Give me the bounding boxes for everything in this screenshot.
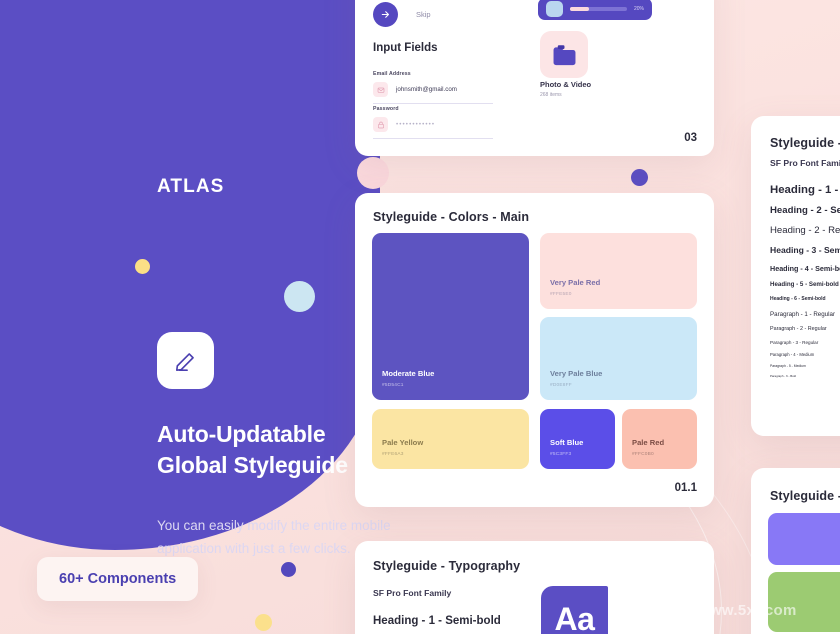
swatch-green-right[interactable]: [768, 572, 840, 632]
card-input-fields[interactable]: Skip Input Fields Email Address johnsmit…: [355, 0, 714, 156]
skip-row[interactable]: Skip: [373, 2, 431, 27]
decorative-dot-pink-large: [357, 157, 389, 189]
email-field-row[interactable]: johnsmith@gmail.com: [373, 82, 493, 104]
swatch-hex: #FFE6A3: [382, 452, 404, 457]
card-title-colors-right: Styleguide - Colors: [770, 489, 840, 503]
type-row-heading-2-semibold: Heading - 2 - Semi-bold: [770, 205, 840, 216]
heading-1-sample-bottom: Heading - 1 - Semi-bold: [373, 615, 501, 627]
card-styleguide-typography-bottom[interactable]: Styleguide - Typography SF Pro Font Fami…: [355, 541, 714, 634]
type-row-paragraph-2: Paragraph - 2 - Regular: [770, 326, 827, 332]
typography-aa-tile: Aa: [541, 586, 608, 634]
type-row-heading-5: Heading - 5 - Semi-bold: [770, 281, 839, 288]
components-count-pill[interactable]: 60+ Components: [37, 557, 199, 601]
type-row-paragraph-1: Paragraph - 1 - Regular: [770, 311, 836, 318]
swatch-hex: #FFC0B0: [632, 452, 654, 457]
type-row-paragraph-4: Paragraph - 4 - Medium: [770, 352, 815, 357]
decorative-dot-yellow-medium: [255, 614, 272, 631]
pen-edit-icon: [175, 352, 194, 371]
type-row-paragraph-6: Paragraph - 6 - Bold: [770, 374, 797, 378]
image-thumb-icon: [546, 1, 563, 17]
brand-logo: ATLAS: [157, 176, 225, 197]
type-row-heading-6: Heading - 6 - Semi-bold: [770, 296, 826, 302]
folder-meta: 268 items: [540, 92, 562, 98]
type-row-heading-4: Heading - 4 - Semi-bold: [770, 264, 840, 273]
swatch-hex: #D0E8FF: [550, 383, 572, 388]
lock-icon: [373, 117, 388, 132]
skip-label[interactable]: Skip: [416, 10, 431, 19]
card-title-typography-right: Styleguide - Typography: [770, 136, 840, 150]
typography-scale-list: SF Pro Font Family Heading - 1 - Semi-bo…: [770, 158, 840, 378]
swatch-name: Soft Blue: [550, 438, 584, 447]
card-styleguide-typography-right[interactable]: Styleguide - Typography SF Pro Font Fami…: [751, 116, 840, 436]
swatch-name: Pale Yellow: [382, 438, 424, 447]
card-title-typography-bottom: Styleguide - Typography: [373, 559, 521, 573]
card-styleguide-colors[interactable]: Styleguide - Colors - Main Moderate Blue…: [355, 193, 714, 507]
type-row-heading-2-regular: Heading - 2 - Regular: [770, 225, 840, 236]
folder-icon: [553, 44, 575, 65]
swatch-name: Very Pale Blue: [550, 369, 603, 378]
swatch-name: Very Pale Red: [550, 278, 601, 287]
decorative-dot-purple-lower: [281, 562, 296, 577]
swatch-pale-yellow[interactable]: Pale Yellow #FFE6A3: [372, 409, 529, 469]
email-field-value[interactable]: johnsmith@gmail.com: [396, 86, 457, 93]
swatch-very-pale-red[interactable]: Very Pale Red #FFE5E0: [540, 233, 697, 309]
decorative-dot-yellow-small: [135, 259, 150, 274]
card-styleguide-colors-right[interactable]: Styleguide - Colors: [751, 468, 840, 634]
swatch-moderate-blue[interactable]: Moderate Blue #5D54C1: [372, 233, 529, 400]
presentation-canvas: ATLAS Auto-Updatable Global Styleguide Y…: [0, 0, 840, 634]
password-field-value[interactable]: ••••••••••••: [396, 121, 435, 128]
color-swatch-grid: Moderate Blue #5D54C1 Very Pale Red #FFE…: [372, 233, 697, 469]
swatch-name: Pale Red: [632, 438, 665, 447]
email-field-group[interactable]: Email Address johnsmith@gmail.com: [373, 71, 493, 104]
type-row-paragraph-3: Paragraph - 3 - Regular: [770, 340, 819, 345]
type-row-paragraph-5: Paragraph - 5 - Medium: [770, 364, 806, 368]
password-field-group[interactable]: Password ••••••••••••: [373, 106, 493, 139]
swatch-pale-red[interactable]: Pale Red #FFC0B0: [622, 409, 697, 469]
password-field-label: Password: [373, 106, 399, 112]
input-fields-heading: Input Fields: [373, 42, 438, 54]
envelope-icon: [373, 82, 388, 97]
card-index-inputs: 03: [684, 132, 697, 144]
decorative-dot-purple-upper: [631, 169, 648, 186]
folder-tile[interactable]: [540, 31, 588, 78]
folder-caption: Photo & Video 268 items: [540, 80, 610, 98]
progress-percent-label: 20%: [633, 6, 644, 12]
type-row-heading-1: Heading - 1 - Semi-bold: [770, 184, 840, 196]
swatch-name: Moderate Blue: [382, 369, 435, 378]
email-field-label: Email Address: [373, 71, 411, 77]
progress-bar-fill: [570, 7, 590, 11]
progress-bar-track: [570, 7, 627, 11]
arrow-right-icon: [381, 11, 390, 18]
pen-edit-tile: [157, 332, 214, 389]
folder-name: Photo & Video: [540, 80, 592, 89]
swatch-very-pale-blue[interactable]: Very Pale Blue #D0E8FF: [540, 317, 697, 400]
next-arrow-button[interactable]: [373, 2, 398, 27]
swatch-hex: #FFE5E0: [550, 292, 572, 297]
font-family-label-right: SF Pro Font Family: [770, 158, 840, 168]
card-index-colors: 01.1: [674, 482, 697, 494]
type-row-heading-3: Heading - 3 - Semi-bold: [770, 245, 840, 255]
password-field-row[interactable]: ••••••••••••: [373, 117, 493, 139]
card-title-colors: Styleguide - Colors - Main: [373, 210, 530, 224]
swatch-purple-right[interactable]: [768, 513, 840, 565]
decorative-dot-blue-large: [284, 281, 315, 312]
swatch-soft-blue[interactable]: Soft Blue #5C3FF3: [540, 409, 615, 469]
progress-preview-widget: 20%: [538, 0, 652, 20]
swatch-hex: #5C3FF3: [550, 452, 572, 457]
font-family-label-bottom: SF Pro Font Family: [373, 588, 452, 598]
swatch-hex: #5D54C1: [382, 383, 404, 388]
